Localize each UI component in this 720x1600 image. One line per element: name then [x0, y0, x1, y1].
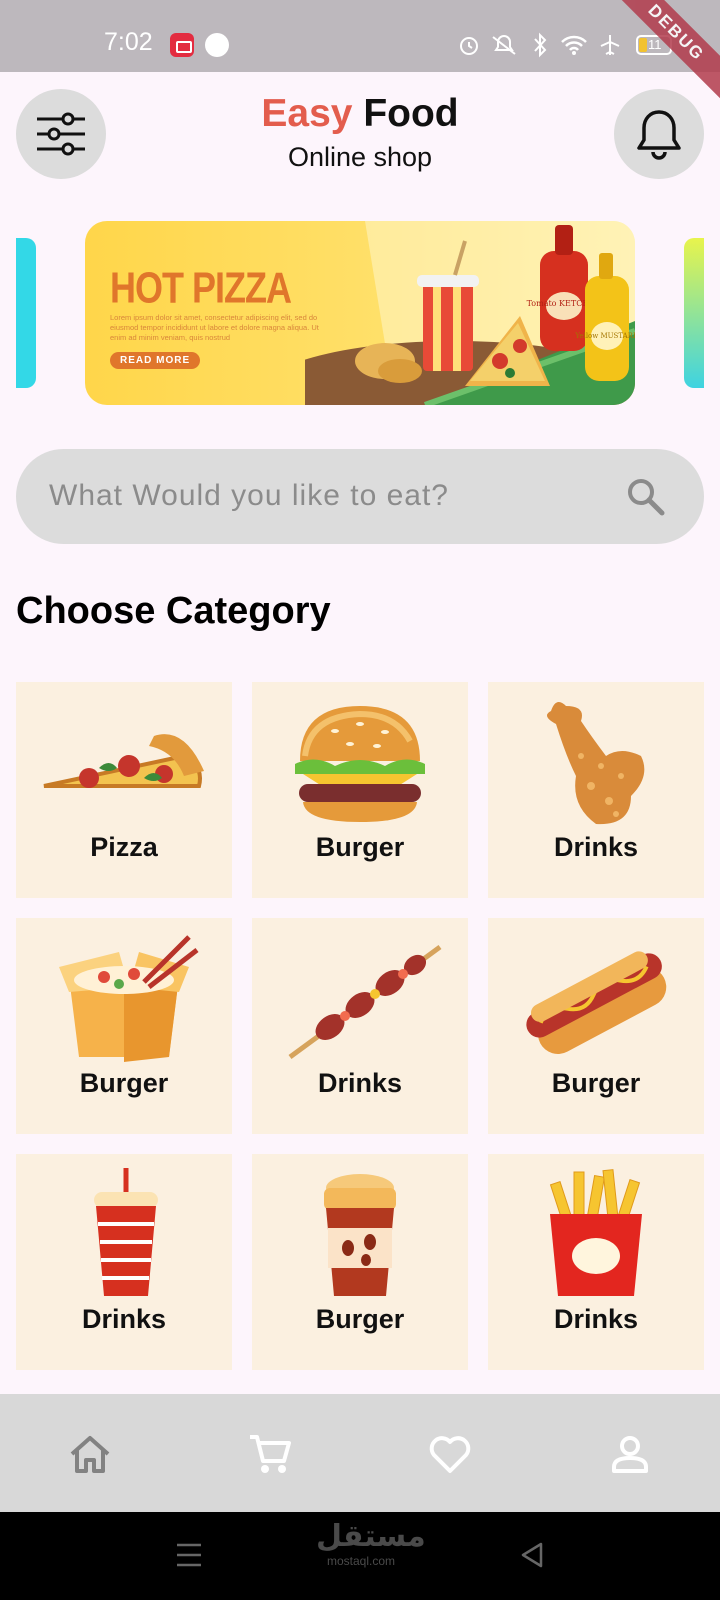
category-label: Burger: [315, 1304, 405, 1334]
category-card[interactable]: Burger: [252, 1154, 468, 1370]
category-card[interactable]: Burger: [488, 918, 704, 1134]
screen-recorder-icon: [170, 33, 194, 57]
status-time: 7:02: [104, 28, 153, 56]
fries-icon: [549, 1169, 642, 1296]
chicken-leg-icon: [547, 702, 645, 825]
app-title-main: Food: [363, 92, 459, 135]
search-input[interactable]: [49, 473, 589, 519]
category-label: Drinks: [317, 1068, 403, 1098]
burger-icon: [295, 706, 425, 822]
watermark-arabic: مستقل: [316, 1520, 426, 1553]
category-card[interactable]: Burger: [16, 918, 232, 1134]
app-notification-icon: [205, 33, 229, 57]
banner-text: Lorem ipsum dolor sit amet, consectetur …: [110, 313, 319, 342]
status-bar: 7:02 11 DEBUG: [0, 0, 720, 108]
app-subtitle: Online shop: [287, 142, 433, 172]
menu-icon[interactable]: [176, 1542, 202, 1568]
battery-level: 11: [648, 37, 662, 52]
search-icon[interactable]: [626, 477, 666, 517]
banner-read-more-button[interactable]: READ MORE: [110, 352, 201, 369]
category-label: Drinks: [553, 832, 639, 862]
promo-banner[interactable]: HOT PIZZA Lorem ipsum dolor sit amet, co…: [85, 221, 635, 405]
category-label: Drinks: [553, 1304, 639, 1334]
category-label: Burger: [79, 1068, 169, 1098]
watermark-latin: mostaql.com: [326, 1554, 396, 1568]
wifi-icon: [561, 35, 587, 55]
noodle-box-icon: [59, 935, 199, 1062]
notification-button[interactable]: [614, 89, 704, 179]
coffee-cup-icon: [324, 1174, 396, 1296]
watermark: مستقل mostaql.com: [316, 1520, 426, 1568]
carousel-next-slide[interactable]: [684, 238, 704, 388]
category-card[interactable]: Burger: [252, 682, 468, 898]
category-label: Burger: [551, 1068, 641, 1098]
system-navigation-bar: مستقل mostaql.com: [0, 1512, 720, 1600]
home-icon: [70, 1436, 110, 1473]
category-card[interactable]: Pizza: [16, 682, 232, 898]
nav-home[interactable]: [60, 1424, 120, 1484]
bell-icon: [637, 110, 681, 160]
bottom-navigation: [0, 1394, 720, 1512]
mustard-label: Yellow MUSTARD: [574, 332, 635, 340]
alarm-icon: [460, 37, 478, 55]
airplane-icon: [600, 35, 620, 55]
pizza-icon: [43, 734, 204, 788]
nav-favorites[interactable]: [420, 1424, 480, 1484]
search-bar[interactable]: [16, 449, 704, 544]
hotdog-icon: [526, 951, 667, 1054]
pizza-meal-illustration: Tomato KETCHUP Yellow MUSTARD: [305, 221, 635, 405]
category-label: Pizza: [90, 832, 158, 862]
banner-heading: HOT PIZZA: [110, 263, 292, 313]
heart-icon: [429, 1436, 471, 1473]
category-card[interactable]: Drinks: [488, 1154, 704, 1370]
nav-profile[interactable]: [600, 1424, 660, 1484]
bluetooth-icon: [534, 32, 547, 58]
category-card[interactable]: Drinks: [252, 918, 468, 1134]
app-title-accent: Easy: [261, 92, 353, 135]
soda-cup-icon: [94, 1168, 158, 1296]
category-label: Burger: [315, 832, 405, 862]
kebab-icon: [288, 944, 442, 1060]
category-label: Drinks: [81, 1304, 167, 1334]
app-title: Easy Food: [0, 92, 720, 136]
category-card[interactable]: Drinks: [488, 682, 704, 898]
mute-icon: [492, 35, 516, 55]
section-title: Choose Category: [16, 590, 331, 632]
cart-icon: [250, 1435, 291, 1473]
back-icon[interactable]: [520, 1542, 544, 1568]
nav-cart[interactable]: [240, 1424, 300, 1484]
category-card[interactable]: Drinks: [16, 1154, 232, 1370]
profile-icon: [612, 1436, 648, 1473]
carousel-prev-slide[interactable]: [16, 238, 36, 388]
